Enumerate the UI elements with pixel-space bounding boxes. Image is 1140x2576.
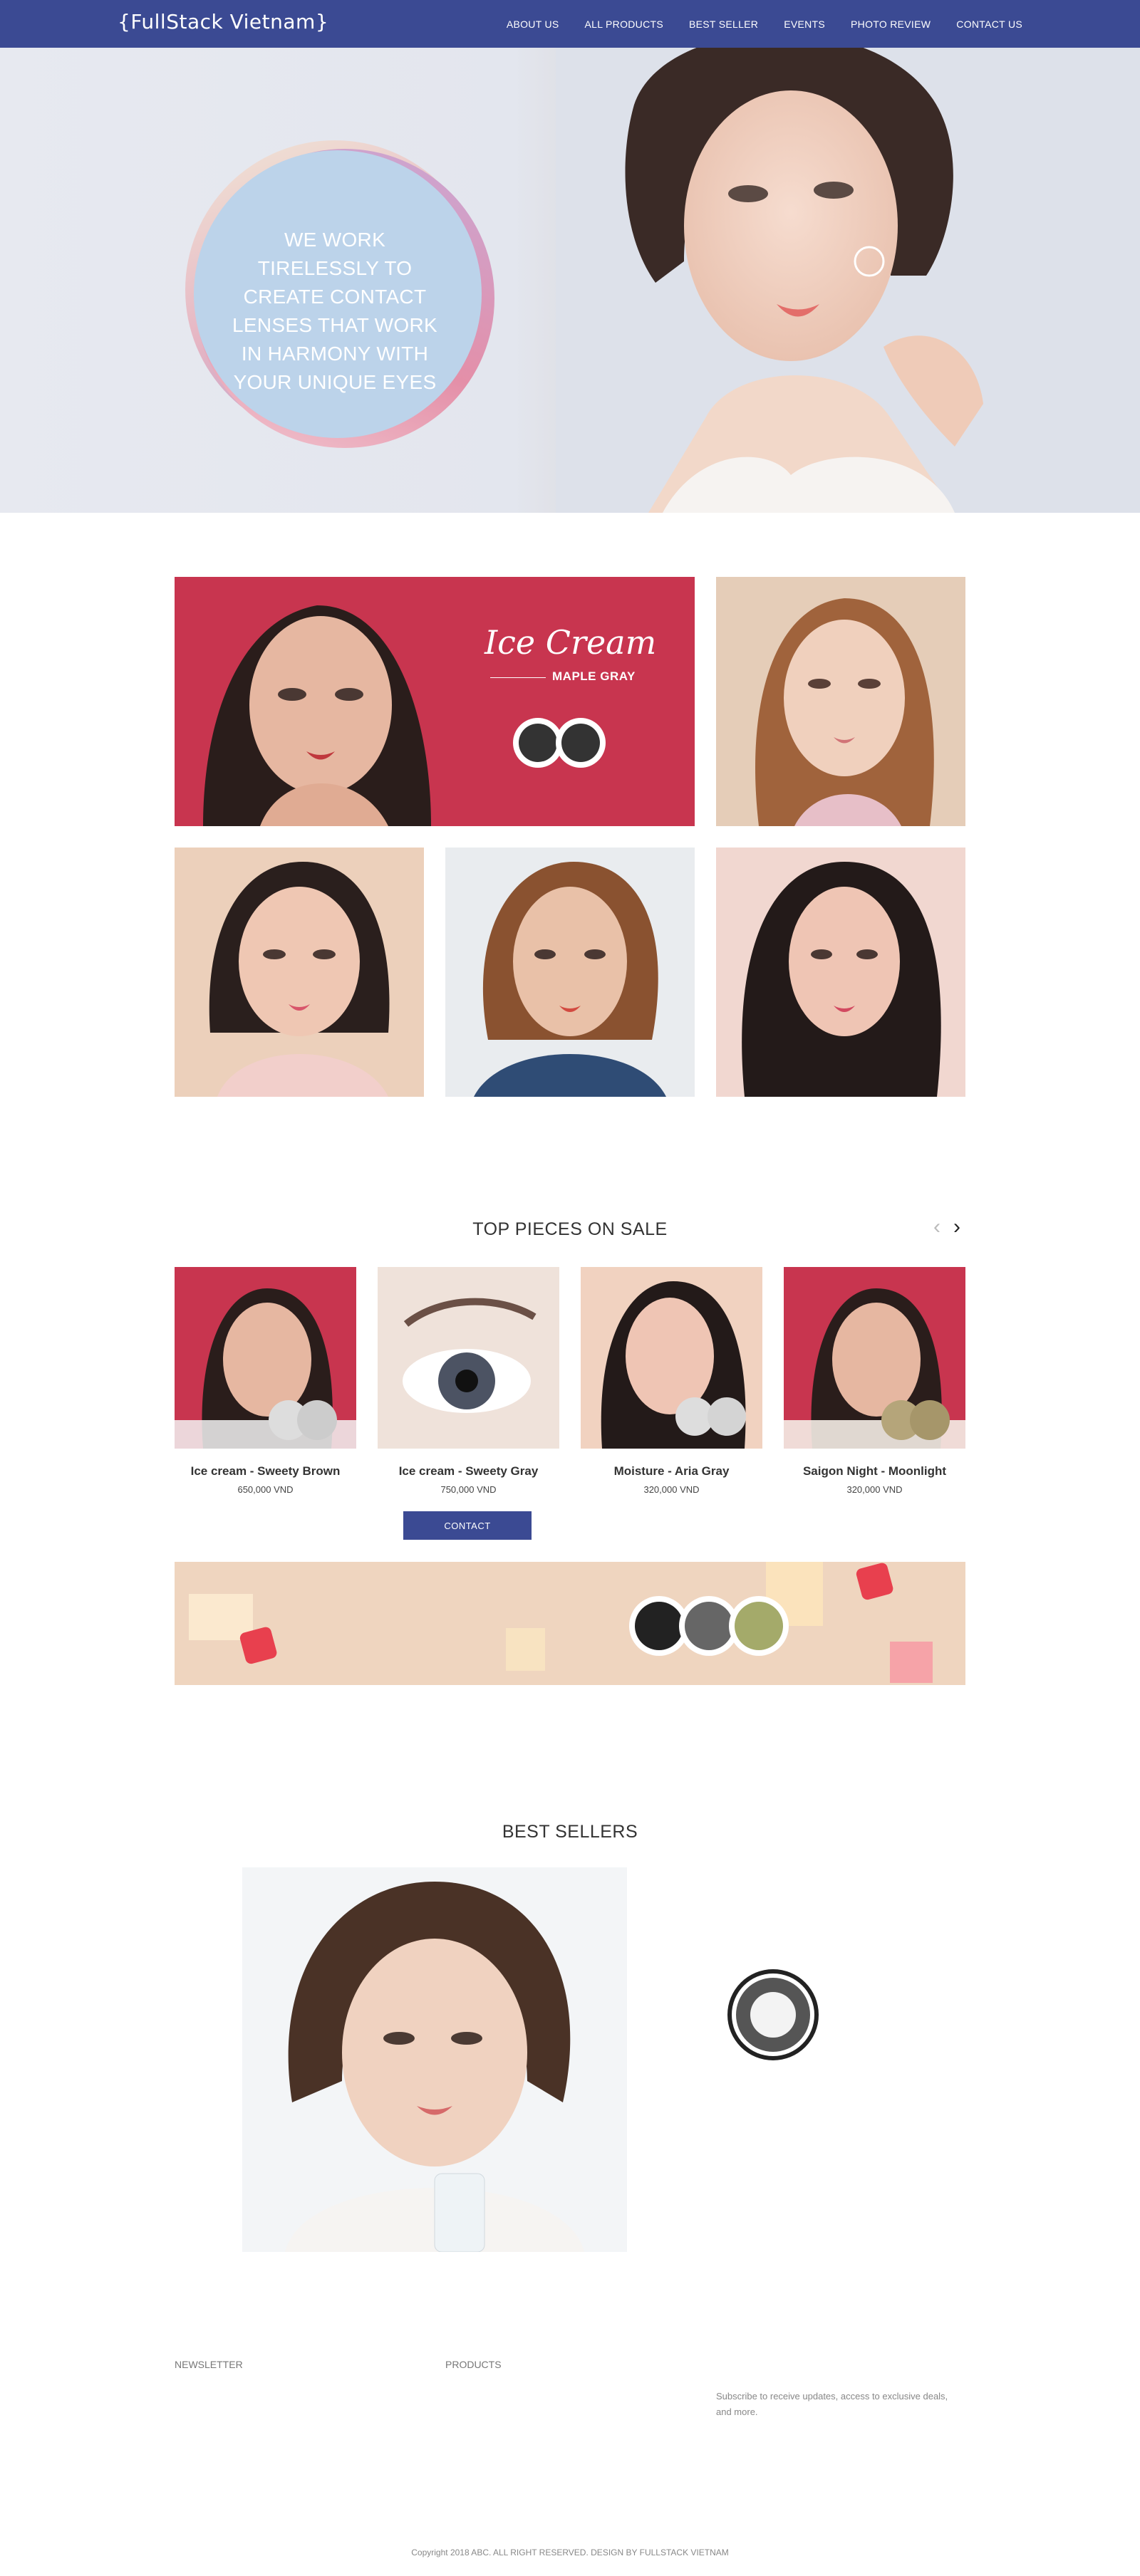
newsletter-label: NEWSLETTER [175, 2359, 243, 2370]
product-card[interactable]: Ice cream - Sweety Gray 750,000 VND [378, 1267, 559, 1495]
model-photo [445, 848, 695, 1097]
product-image[interactable] [378, 1267, 559, 1449]
product-price: 750,000 VND [440, 1484, 497, 1495]
best-seller-photo[interactable] [242, 1867, 627, 2252]
feature-model-photo [175, 577, 695, 826]
product-image[interactable] [784, 1267, 965, 1449]
promo-banner[interactable] [175, 1562, 965, 1685]
product-image[interactable] [581, 1267, 762, 1449]
product-price: 320,000 VND [643, 1484, 700, 1495]
nav-best-seller[interactable]: BEST SELLER [689, 19, 758, 30]
products-label: PRODUCTS [445, 2359, 502, 2370]
hero-model-photo [556, 48, 1140, 513]
nav-photo-review[interactable]: PHOTO REVIEW [851, 19, 931, 30]
top-pieces-title: TOP PIECES ON SALE [472, 1219, 668, 1239]
nav-all-products[interactable]: ALL PRODUCTS [585, 19, 663, 30]
gallery-photo-3[interactable] [175, 848, 424, 1097]
nav-contact-us[interactable]: CONTACT US [956, 19, 1022, 30]
contact-button[interactable]: CONTACT [403, 1511, 532, 1540]
top-nav: {FullStack Vietnam} ABOUT US ALL PRODUCT… [0, 0, 1140, 48]
product-name[interactable]: Moisture - Aria Gray [581, 1464, 762, 1479]
gallery-photo-5[interactable] [716, 848, 965, 1097]
lens-trio-icon [629, 1596, 789, 1656]
model-photo [175, 848, 424, 1097]
hero-tagline-circle: WE WORK TIRELESSLY TO CREATE CONTACT LEN… [185, 140, 499, 454]
feature-title: Ice Cream [484, 623, 657, 662]
product-image[interactable] [175, 1267, 356, 1449]
carousel-prev-icon[interactable]: ‹ [933, 1215, 940, 1239]
copyright: Copyright 2018 ABC. ALL RIGHT RESERVED. … [411, 2548, 729, 2557]
main-menu: ABOUT US ALL PRODUCTS BEST SELLER EVENTS… [507, 0, 1022, 48]
lens-icon[interactable] [725, 1967, 821, 2063]
site-logo[interactable]: {FullStack Vietnam} [118, 10, 328, 33]
product-card[interactable]: Ice cream - Sweety Brown 650,000 VND [175, 1267, 356, 1495]
product-name[interactable]: Ice cream - Sweety Gray [378, 1464, 559, 1479]
feature-subtitle: MAPLE GRAY [552, 669, 636, 683]
feature-divider [490, 677, 546, 678]
gallery-photo-4[interactable] [445, 848, 695, 1097]
nav-about-us[interactable]: ABOUT US [507, 19, 559, 30]
hero-banner: WE WORK TIRELESSLY TO CREATE CONTACT LEN… [0, 48, 1140, 513]
product-card[interactable]: Saigon Night - Moonlight 320,000 VND [784, 1267, 965, 1495]
model-photo [716, 848, 965, 1097]
model-photo [716, 577, 965, 826]
subscribe-text: Subscribe to receive updates, access to … [716, 2391, 948, 2417]
gallery-feature-ice-cream[interactable]: Ice Cream MAPLE GRAY [175, 577, 695, 826]
carousel-next-icon[interactable]: › [953, 1215, 960, 1239]
product-price: 320,000 VND [846, 1484, 903, 1495]
product-name[interactable]: Ice cream - Sweety Brown [175, 1464, 356, 1479]
hero-tagline: WE WORK TIRELESSLY TO CREATE CONTACT LEN… [232, 229, 437, 393]
product-price: 650,000 VND [237, 1484, 294, 1495]
nav-events[interactable]: EVENTS [784, 19, 825, 30]
product-card[interactable]: Moisture - Aria Gray 320,000 VND [581, 1267, 762, 1495]
best-sellers-title: BEST SELLERS [502, 1822, 638, 1842]
product-name[interactable]: Saigon Night - Moonlight [784, 1464, 965, 1479]
gallery-photo-2[interactable] [716, 577, 965, 826]
promo-banner-graphic [175, 1562, 965, 1685]
